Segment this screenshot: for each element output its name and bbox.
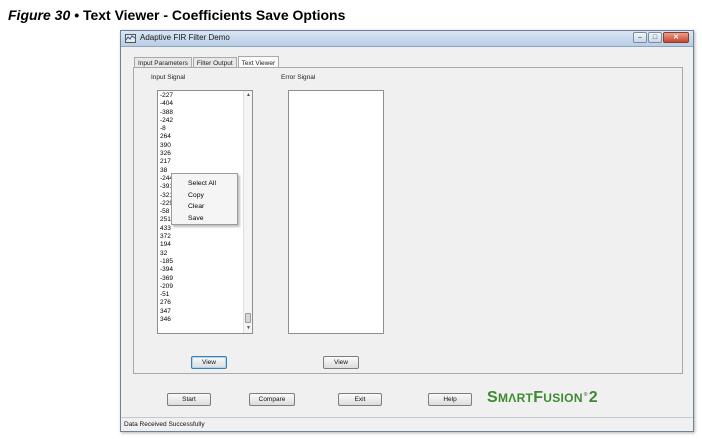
- title-bar[interactable]: Adaptive FIR Filter Demo – □ ✕: [121, 31, 693, 47]
- status-text: Data Received Successfully: [124, 421, 205, 428]
- list-item[interactable]: 217: [160, 158, 173, 166]
- error-view-button[interactable]: View: [323, 356, 359, 369]
- menu-item-clear[interactable]: Clear: [188, 201, 237, 213]
- error-signal-label: Error Signal: [281, 74, 316, 81]
- list-item[interactable]: -227: [160, 92, 173, 100]
- list-item[interactable]: -51: [160, 291, 173, 299]
- minimize-button[interactable]: –: [633, 32, 647, 43]
- input-view-button[interactable]: View: [191, 356, 227, 369]
- menu-item-copy[interactable]: Copy: [188, 190, 237, 202]
- scrollbar-thumb[interactable]: [245, 313, 251, 323]
- list-item[interactable]: 372: [160, 233, 173, 241]
- list-item[interactable]: 264: [160, 133, 173, 141]
- maximize-button[interactable]: □: [648, 32, 662, 43]
- window-title: Adaptive FIR Filter Demo: [140, 33, 230, 42]
- menu-item-save[interactable]: Save: [188, 213, 237, 225]
- smartfusion2-logo: SMΛRTFUSION®2: [487, 389, 598, 406]
- list-item[interactable]: -404: [160, 100, 173, 108]
- close-button[interactable]: ✕: [663, 32, 689, 43]
- input-signal-label: Input Signal: [151, 74, 186, 81]
- list-item[interactable]: -242: [160, 117, 173, 125]
- context-menu: Select All Copy Clear Save: [171, 173, 238, 225]
- list-item[interactable]: 433: [160, 225, 173, 233]
- scroll-up-icon[interactable]: ▲: [244, 91, 253, 100]
- list-item[interactable]: -369: [160, 275, 173, 283]
- scroll-down-icon[interactable]: ▼: [244, 324, 253, 333]
- list-item[interactable]: -8: [160, 125, 173, 133]
- error-signal-listbox[interactable]: [288, 90, 384, 334]
- list-item[interactable]: -388: [160, 109, 173, 117]
- list-item[interactable]: 194: [160, 241, 173, 249]
- input-signal-scrollbar[interactable]: ▲ ▼: [243, 91, 252, 333]
- status-bar: Data Received Successfully: [121, 417, 693, 431]
- list-item[interactable]: 346: [160, 316, 173, 324]
- list-item[interactable]: 326: [160, 150, 173, 158]
- figure-number: Figure 30 •: [8, 7, 80, 23]
- list-item[interactable]: -209: [160, 283, 173, 291]
- figure-title: Text Viewer - Coefficients Save Options: [82, 7, 346, 23]
- compare-button[interactable]: Compare: [249, 393, 295, 406]
- list-item[interactable]: 32: [160, 250, 173, 258]
- exit-button[interactable]: Exit: [338, 393, 382, 406]
- app-icon: [125, 34, 136, 43]
- menu-item-select-all[interactable]: Select All: [188, 178, 237, 190]
- list-item[interactable]: -185: [160, 258, 173, 266]
- start-button[interactable]: Start: [167, 393, 211, 406]
- help-button[interactable]: Help: [428, 393, 472, 406]
- list-item[interactable]: -394: [160, 266, 173, 274]
- app-window: Adaptive FIR Filter Demo – □ ✕ Input Par…: [120, 30, 694, 432]
- figure-caption: Figure 30 • Text Viewer - Coefficients S…: [8, 7, 345, 23]
- list-item[interactable]: 276: [160, 299, 173, 307]
- list-item[interactable]: 390: [160, 142, 173, 150]
- list-item[interactable]: 347: [160, 308, 173, 316]
